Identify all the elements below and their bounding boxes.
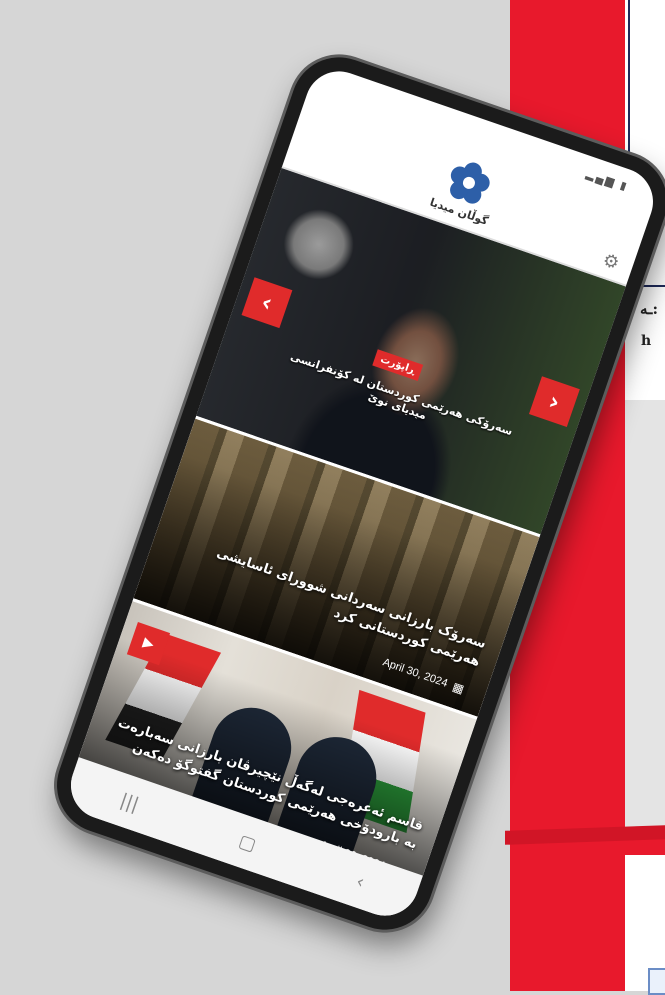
back-button[interactable]: ‹ xyxy=(354,871,368,893)
gear-icon[interactable]: ⚙ xyxy=(600,249,622,274)
poster-grey-panel xyxy=(625,400,665,830)
poster-side-text: ـە: xyxy=(640,300,658,318)
poster-side-text-2: h xyxy=(641,333,652,349)
signal-battery-icon: ▂▄▆ ▮ xyxy=(584,167,631,194)
home-button[interactable]: ▢ xyxy=(236,830,259,855)
recent-apps-button[interactable]: ||| xyxy=(118,789,142,815)
